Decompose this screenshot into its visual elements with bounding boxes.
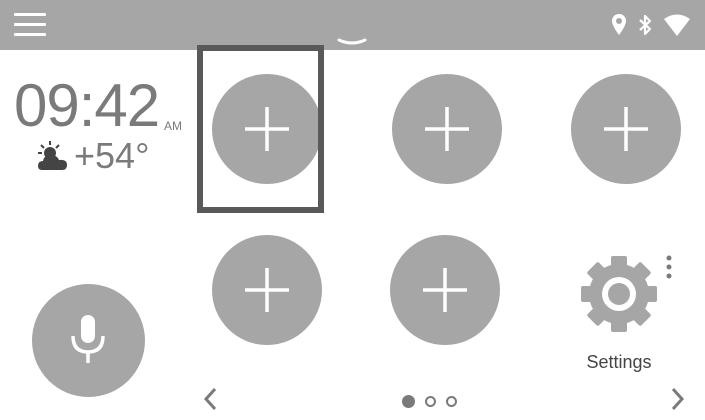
clock-time: 09:42: [14, 72, 160, 139]
plus-icon: [423, 268, 467, 312]
page-dot-2[interactable]: [425, 396, 436, 407]
add-app-tile-3[interactable]: [571, 74, 681, 184]
gear-icon[interactable]: [577, 252, 661, 341]
plus-icon: [604, 107, 648, 151]
selection-highlight: [197, 45, 324, 213]
page-dot-1[interactable]: [402, 395, 415, 408]
chevron-right-icon[interactable]: [666, 386, 688, 417]
clock-ampm: AM: [164, 119, 182, 133]
more-options-icon[interactable]: [664, 254, 674, 285]
page-indicator: [402, 395, 457, 408]
chevron-down-icon[interactable]: [337, 33, 367, 51]
microphone-icon: [71, 315, 105, 363]
status-icons: [611, 12, 691, 38]
top-status-bar: [0, 0, 705, 50]
add-app-tile-2[interactable]: [392, 74, 502, 184]
settings-label[interactable]: Settings: [569, 352, 669, 373]
plus-icon: [245, 268, 289, 312]
voice-button[interactable]: [32, 284, 145, 397]
bluetooth-icon: [639, 14, 652, 36]
page-dot-3[interactable]: [446, 396, 457, 407]
add-app-tile-4[interactable]: [212, 235, 322, 345]
location-pin-icon: [612, 14, 626, 35]
partly-cloudy-icon: [38, 141, 67, 170]
weather-widget: +54°: [36, 138, 149, 174]
weather-temperature: +54°: [74, 135, 150, 176]
plus-icon: [425, 107, 469, 151]
add-app-tile-5[interactable]: [390, 235, 500, 345]
menu-icon[interactable]: [14, 13, 46, 37]
chevron-left-icon[interactable]: [200, 386, 222, 417]
wifi-icon: [664, 14, 690, 36]
